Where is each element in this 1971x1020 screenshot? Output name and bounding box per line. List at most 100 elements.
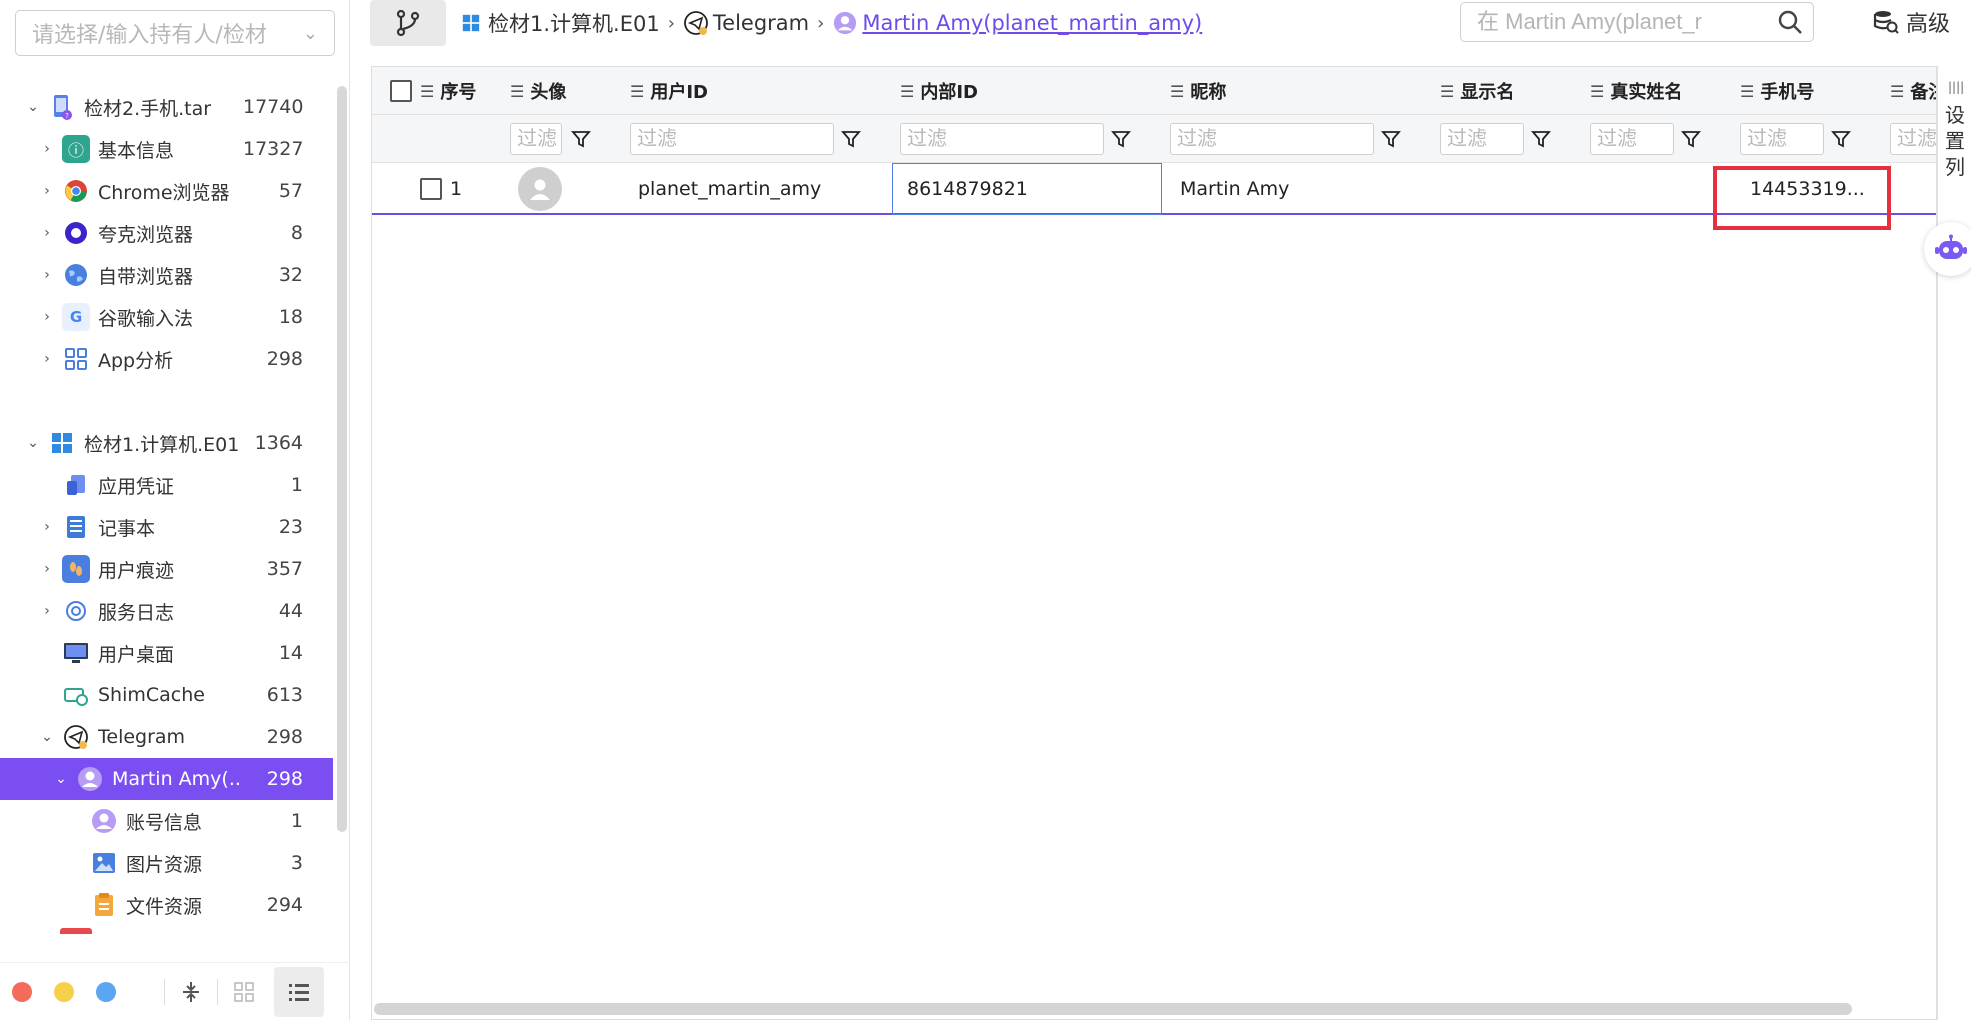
branch-button[interactable]	[370, 0, 446, 46]
chevron-right-icon[interactable]: ›	[38, 519, 56, 535]
chevron-right-icon[interactable]: ›	[38, 141, 56, 157]
tree-item-shimcache[interactable]: ShimCache 613	[0, 674, 333, 716]
cell-nickname[interactable]: Martin Amy	[1180, 163, 1434, 215]
cell-real-name[interactable]	[1600, 163, 1730, 215]
holder-select[interactable]: 请选择/输入持有人/检材 ⌄	[15, 10, 335, 56]
tree-item-martin-amy[interactable]: ⌄ Martin Amy(... 298	[0, 758, 333, 800]
grid-view-icon[interactable]	[222, 970, 266, 1014]
col-internal-id[interactable]: ☰ 内部ID	[900, 67, 1100, 115]
yellow-dot-icon[interactable]	[54, 981, 74, 1002]
search-input[interactable]	[1477, 9, 1767, 35]
filter-icon[interactable]	[1828, 126, 1854, 152]
tree-item-user-traces[interactable]: › 用户痕迹 357	[0, 548, 333, 590]
filter-icon[interactable]	[1378, 126, 1404, 152]
filter-input-display-name[interactable]	[1440, 123, 1524, 155]
red-dot-icon[interactable]	[12, 981, 32, 1002]
tree-item-app-credential[interactable]: 应用凭证 1	[0, 464, 333, 506]
tree-item-image-resources[interactable]: 图片资源 3	[0, 842, 333, 884]
select-all-checkbox[interactable]	[390, 80, 412, 102]
column-menu-icon[interactable]: ☰	[1890, 82, 1904, 101]
tree-item-label: 检材1.计算机.E01	[84, 433, 240, 456]
filter-input-real-name[interactable]	[1590, 123, 1674, 155]
filter-input-avatar[interactable]	[510, 123, 562, 155]
chevron-down-icon[interactable]: ⌄	[24, 435, 42, 451]
search-icon[interactable]	[1767, 9, 1813, 35]
column-menu-icon[interactable]: ☰	[1590, 82, 1604, 101]
image-icon	[90, 849, 118, 877]
tree-item-google-ime[interactable]: › G 谷歌输入法 18	[0, 296, 333, 338]
tree-item-notepad[interactable]: › 记事本 23	[0, 506, 333, 548]
chevron-right-icon[interactable]: ›	[38, 309, 56, 325]
column-menu-icon[interactable]: ☰	[900, 82, 914, 101]
tree-item-phone-evidence[interactable]: ⌄ ? 检材2.手机.tar 17740	[0, 86, 333, 128]
tree-item-file-resources[interactable]: 文件资源 294	[0, 884, 333, 926]
chevron-right-icon[interactable]: ›	[38, 561, 56, 577]
tree-item-builtin-browser[interactable]: › 自带浏览器 32	[0, 254, 333, 296]
tree-item-app-analysis[interactable]: › App分析 298	[0, 338, 333, 380]
col-remark[interactable]: ☰ 备注	[1890, 67, 1936, 115]
column-menu-icon[interactable]: ☰	[1170, 82, 1184, 101]
crumb-martin-amy[interactable]: Martin Amy(planet_martin_amy)	[832, 10, 1202, 36]
row-checkbox[interactable]	[420, 178, 442, 200]
grid-horizontal-scrollbar[interactable]	[374, 1003, 1852, 1015]
col-user-id[interactable]: ☰ 用户ID	[630, 67, 830, 115]
filter-icon[interactable]	[838, 126, 864, 152]
col-phone[interactable]: ☰ 手机号	[1740, 67, 1850, 115]
col-index[interactable]: ☰ 序号	[390, 67, 500, 115]
tree-item-telegram[interactable]: ⌄ Telegram 298	[0, 716, 333, 758]
col-real-name[interactable]: ☰ 真实姓名	[1590, 67, 1710, 115]
cell-user-id[interactable]: planet_martin_amy	[638, 163, 892, 215]
crumb-telegram[interactable]: Telegram	[683, 10, 809, 36]
blue-dot-icon[interactable]	[96, 981, 116, 1002]
tree-item-basic-info[interactable]: › ⓘ 基本信息 17327	[0, 128, 333, 170]
divider	[164, 978, 165, 1005]
advanced-search-button[interactable]: 高级	[1872, 6, 1950, 38]
filter-icon[interactable]	[1678, 126, 1704, 152]
column-menu-icon[interactable]: ☰	[420, 82, 434, 101]
assistant-bot-button[interactable]	[1924, 222, 1971, 276]
list-view-icon[interactable]	[274, 966, 324, 1017]
crumb-computer-evidence[interactable]: 检材1.计算机.E01	[458, 8, 660, 38]
tree-item-quark[interactable]: › 夸克浏览器 8	[0, 212, 333, 254]
cell-internal-id[interactable]: 8614879821	[892, 163, 1162, 215]
tree-item-count: 44	[278, 600, 303, 622]
column-menu-icon[interactable]: ☰	[1440, 82, 1454, 101]
chevron-right-icon[interactable]: ›	[38, 351, 56, 367]
chevron-right-icon[interactable]: ›	[38, 183, 56, 199]
column-menu-icon[interactable]: ☰	[1740, 82, 1754, 101]
column-settings-panel[interactable]: |||| 设置列	[1937, 66, 1971, 1020]
column-menu-icon[interactable]: ☰	[510, 82, 524, 101]
file-icon	[90, 891, 118, 919]
col-nickname[interactable]: ☰ 昵称	[1170, 67, 1370, 115]
windows-icon	[458, 10, 484, 36]
tree-item-service-log[interactable]: › 服务日志 44	[0, 590, 333, 632]
tree-item-account-info[interactable]: 账号信息 1	[0, 800, 333, 842]
filter-icon[interactable]	[568, 126, 594, 152]
sidebar-scrollbar[interactable]	[337, 86, 347, 832]
collapse-all-icon[interactable]	[169, 970, 213, 1014]
col-display-name[interactable]: ☰ 显示名	[1440, 67, 1550, 115]
chevron-down-icon[interactable]: ⌄	[52, 771, 70, 787]
tree-item-chrome[interactable]: › Chrome浏览器 57	[0, 170, 333, 212]
chevron-down-icon[interactable]: ⌄	[38, 729, 56, 745]
chevron-down-icon[interactable]: ⌄	[24, 99, 42, 115]
chevron-right-icon[interactable]: ›	[38, 267, 56, 283]
filter-input-internal-id[interactable]	[900, 123, 1104, 155]
filter-input-phone[interactable]	[1740, 123, 1824, 155]
filter-input-user-id[interactable]	[630, 123, 834, 155]
filter-icon[interactable]	[1528, 126, 1554, 152]
chevron-right-icon[interactable]: ›	[38, 225, 56, 241]
table-row[interactable]: 1 planet_martin_amy 8614879821 Martin Am…	[372, 163, 1936, 215]
filter-input-nickname[interactable]	[1170, 123, 1374, 155]
filter-input-remark[interactable]	[1890, 123, 1936, 155]
chevron-right-icon[interactable]: ›	[38, 603, 56, 619]
tree-item-user-desktop[interactable]: 用户桌面 14	[0, 632, 333, 674]
tree-item-computer-evidence[interactable]: ⌄ 检材1.计算机.E01 1364	[0, 422, 333, 464]
filter-icon[interactable]	[1108, 126, 1134, 152]
search-box[interactable]	[1460, 2, 1814, 42]
col-label: 头像	[530, 82, 567, 103]
cell-display-name[interactable]	[1450, 163, 1580, 215]
column-menu-icon[interactable]: ☰	[630, 82, 644, 101]
service-log-icon	[62, 597, 90, 625]
col-avatar[interactable]: ☰ 头像	[510, 67, 620, 115]
